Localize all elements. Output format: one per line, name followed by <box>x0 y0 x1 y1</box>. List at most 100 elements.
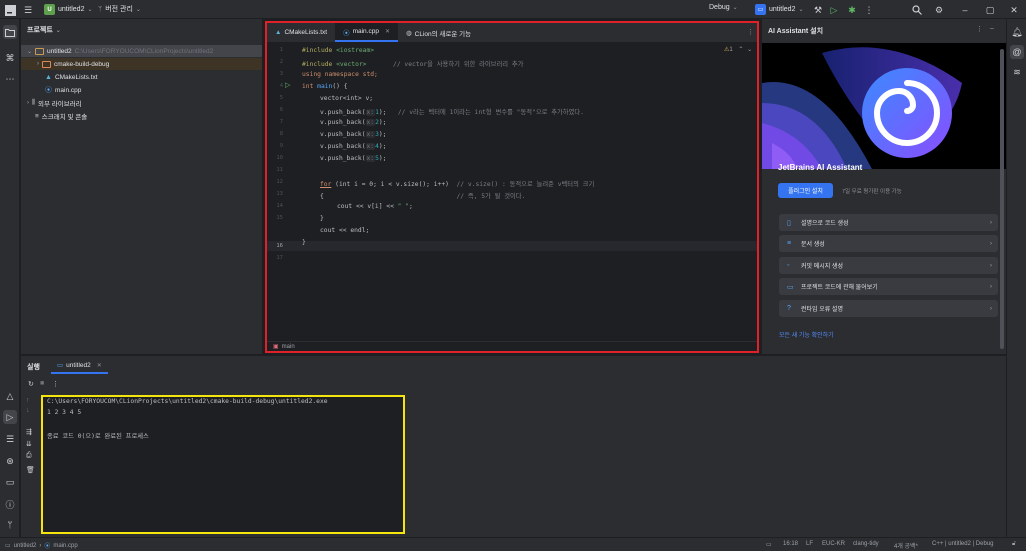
tab-label: CMakeLists.txt <box>284 29 328 36</box>
more-tools-icon[interactable]: ⋯ <box>3 72 17 86</box>
main-menu-icon[interactable]: ☰ <box>21 3 35 17</box>
git-tool-icon[interactable]: ᛘ <box>3 518 17 532</box>
ai-feature-item[interactable]: ▯ 설명으로 코드 생성 › <box>779 214 998 231</box>
tree-item-external-libraries[interactable]: › ⫼ 외부 라이브러리 <box>21 97 82 109</box>
lock-icon[interactable]: 🔓︎ <box>1012 541 1016 548</box>
tree-item-cmake-build-debug[interactable]: › cmake-build-debug <box>21 58 262 70</box>
tree-item-label: cmake-build-debug <box>54 60 110 68</box>
formatter-status[interactable]: clang-tidy <box>853 541 879 547</box>
hide-panel-icon[interactable]: – <box>990 25 994 32</box>
caret-position[interactable]: 16:18 <box>783 541 798 547</box>
close-icon[interactable]: ✕ <box>1007 3 1021 17</box>
tree-root[interactable]: ⌄ untitled2 C:\Users\FORYOUCOM\CLionProj… <box>21 45 262 57</box>
notifications-icon[interactable]: 🔔︎ <box>1010 25 1024 39</box>
close-tab-icon[interactable]: ✕ <box>385 28 390 35</box>
terminal-tool-icon[interactable]: ▭ <box>3 475 17 489</box>
close-tab-icon[interactable]: ✕ <box>97 362 102 369</box>
more-actions-icon[interactable]: ⋮ <box>862 3 876 17</box>
all-features-link[interactable]: 모든 새 기능 확인하기 <box>779 330 834 339</box>
code-line[interactable]: for (int i = 0; i < v.size(); i++) // v.… <box>320 179 594 188</box>
panel-options-icon[interactable]: ⋮ <box>976 25 983 33</box>
database-tool-icon[interactable]: ≋ <box>1010 65 1024 79</box>
param-hint: x: <box>365 109 376 116</box>
ai-feature-item[interactable]: ? 런타임 오류 설명 › <box>779 300 998 317</box>
code-line[interactable]: using namespace std; <box>302 71 378 78</box>
code-line[interactable]: #include <vector> // vector을 사용하기 위한 라이브… <box>302 59 523 68</box>
code-line[interactable]: int main() { <box>302 83 348 90</box>
scroll-end-icon[interactable]: ⇊ <box>26 440 32 448</box>
status-breadcrumb[interactable]: ▭ untitled2 › ⦿ main.cpp <box>5 541 78 551</box>
debug-icon[interactable]: ✱ <box>845 3 859 17</box>
prev-highlight-icon[interactable]: ⌃ <box>738 47 743 53</box>
code-line[interactable]: } <box>320 215 324 222</box>
tree-item-main-cpp[interactable]: ⦿ main.cpp <box>21 84 81 96</box>
clear-icon[interactable]: 🗑︎ <box>26 466 35 474</box>
tree-item-cmakelists[interactable]: ▲ CMakeLists.txt <box>21 71 98 83</box>
project-selector[interactable]: U untitled2 ⌄ <box>44 4 93 15</box>
run-tool-icon[interactable]: ▷ <box>3 410 17 424</box>
scroll-up-icon[interactable]: ↑ <box>26 397 30 404</box>
code-line[interactable]: v.push_back(x:4); <box>320 143 386 150</box>
stop-icon[interactable]: ■ <box>40 380 44 387</box>
breadcrumb-item[interactable]: main <box>282 344 295 350</box>
tab-cmakelists[interactable]: ▲ CMakeLists.txt <box>267 23 335 42</box>
console-output[interactable]: C:\Users\FORYOUCOM\CLionProjects\untitle… <box>41 395 405 534</box>
code-line[interactable]: v.push_back(x:5); <box>320 155 386 162</box>
next-highlight-icon[interactable]: ⌄ <box>747 47 752 53</box>
file-encoding[interactable]: EUC-KR <box>822 541 845 547</box>
run-gutter-icon[interactable]: ▷ <box>285 81 290 89</box>
build-hammer-icon[interactable]: ⚒ <box>811 3 825 17</box>
settings-gear-icon[interactable]: ⚙ <box>932 3 946 17</box>
indent-setting[interactable]: 4개 공백* <box>894 541 918 550</box>
structure-tool-icon[interactable]: ⌘ <box>3 51 17 65</box>
tree-item-scratches[interactable]: ≡ 스크래치 및 콘솔 <box>21 110 87 122</box>
project-panel: 프로젝트 ⌄ ⌄ untitled2 C:\Users\FORYOUCOM\CL… <box>21 19 262 354</box>
services-tool-icon[interactable]: ⊛ <box>3 454 17 468</box>
rerun-icon[interactable]: ↻ <box>28 380 34 388</box>
project-tool-icon[interactable] <box>3 25 17 39</box>
todo-tool-icon[interactable]: ☰ <box>3 432 17 446</box>
ai-feature-item[interactable]: ≡ 문서 생성 › <box>779 235 998 252</box>
ai-assistant-tool-icon[interactable]: @ <box>1010 45 1024 59</box>
run-tab-untitled2[interactable]: ▭ untitled2 ✕ <box>51 358 108 374</box>
soft-wrap-icon[interactable]: ⇶ <box>26 428 32 436</box>
code-line[interactable]: } <box>302 239 306 246</box>
minimize-icon[interactable]: – <box>958 3 972 17</box>
line-separator[interactable]: LF <box>806 541 813 547</box>
code-icon: ▯ <box>787 219 791 227</box>
tab-options-icon[interactable]: ⋮ <box>747 28 754 36</box>
scroll-down-icon[interactable]: ↓ <box>26 407 30 414</box>
code-line[interactable]: #include <iostream> <box>302 47 374 54</box>
search-icon[interactable] <box>910 3 924 17</box>
more-icon[interactable]: ⋮ <box>52 380 59 388</box>
code-line[interactable]: v.push_back(x:1); // v라는 벡터에 1이라는 int형 변… <box>320 107 584 116</box>
install-plugin-button[interactable]: 플러그인 설치 <box>778 183 833 198</box>
ai-panel-scrollbar[interactable] <box>1000 49 1004 349</box>
ai-feature-item[interactable]: ▭ 프로젝트 코드에 관해 물어보기 › <box>779 278 998 295</box>
project-panel-header[interactable]: 프로젝트 ⌄ <box>21 19 262 41</box>
code-token: { <box>320 193 324 200</box>
inspection-widget[interactable]: ⚠1 ⌃ ⌄ <box>724 46 752 53</box>
line-number: 14 <box>276 203 283 209</box>
code-line[interactable]: { // 즉, 5가 될 것이다. <box>320 191 525 200</box>
code-line[interactable]: cout << endl; <box>320 227 369 234</box>
library-icon: ⫼ <box>32 99 35 106</box>
context-selector[interactable]: C++ | untitled2 | Debug <box>932 541 994 547</box>
code-line[interactable]: cout << v[i] << " "; <box>337 203 413 210</box>
layout-icon[interactable]: ▭ <box>766 541 772 548</box>
build-config-selector[interactable]: Debug ⌄ <box>709 4 738 11</box>
run-target-selector[interactable]: ▭ untitled2 ⌄ <box>755 4 804 15</box>
ai-feature-item[interactable]: ◦ 커밋 메시지 생성 › <box>779 257 998 274</box>
vcs-selector[interactable]: ᛘ 버전 관리 ⌄ <box>98 4 141 14</box>
run-icon[interactable]: ▷ <box>827 3 841 17</box>
print-icon[interactable]: ⎙ <box>26 452 32 460</box>
code-line[interactable]: v.push_back(x:3); <box>320 131 386 138</box>
tab-whats-new[interactable]: ◍ CLion의 새로운 기능 <box>398 23 479 42</box>
tab-main-cpp[interactable]: ⦿ main.cpp ✕ <box>335 23 398 42</box>
cmake-tool-icon[interactable]: △ <box>3 389 17 403</box>
code-line[interactable]: v.push_back(x:2); <box>320 119 386 126</box>
ai-feature-label: 런타임 오류 설명 <box>801 307 843 313</box>
code-line[interactable]: vector<int> v; <box>320 95 373 102</box>
problems-tool-icon[interactable]: ⓘ <box>3 497 17 511</box>
maximize-icon[interactable]: ▢ <box>983 3 997 17</box>
